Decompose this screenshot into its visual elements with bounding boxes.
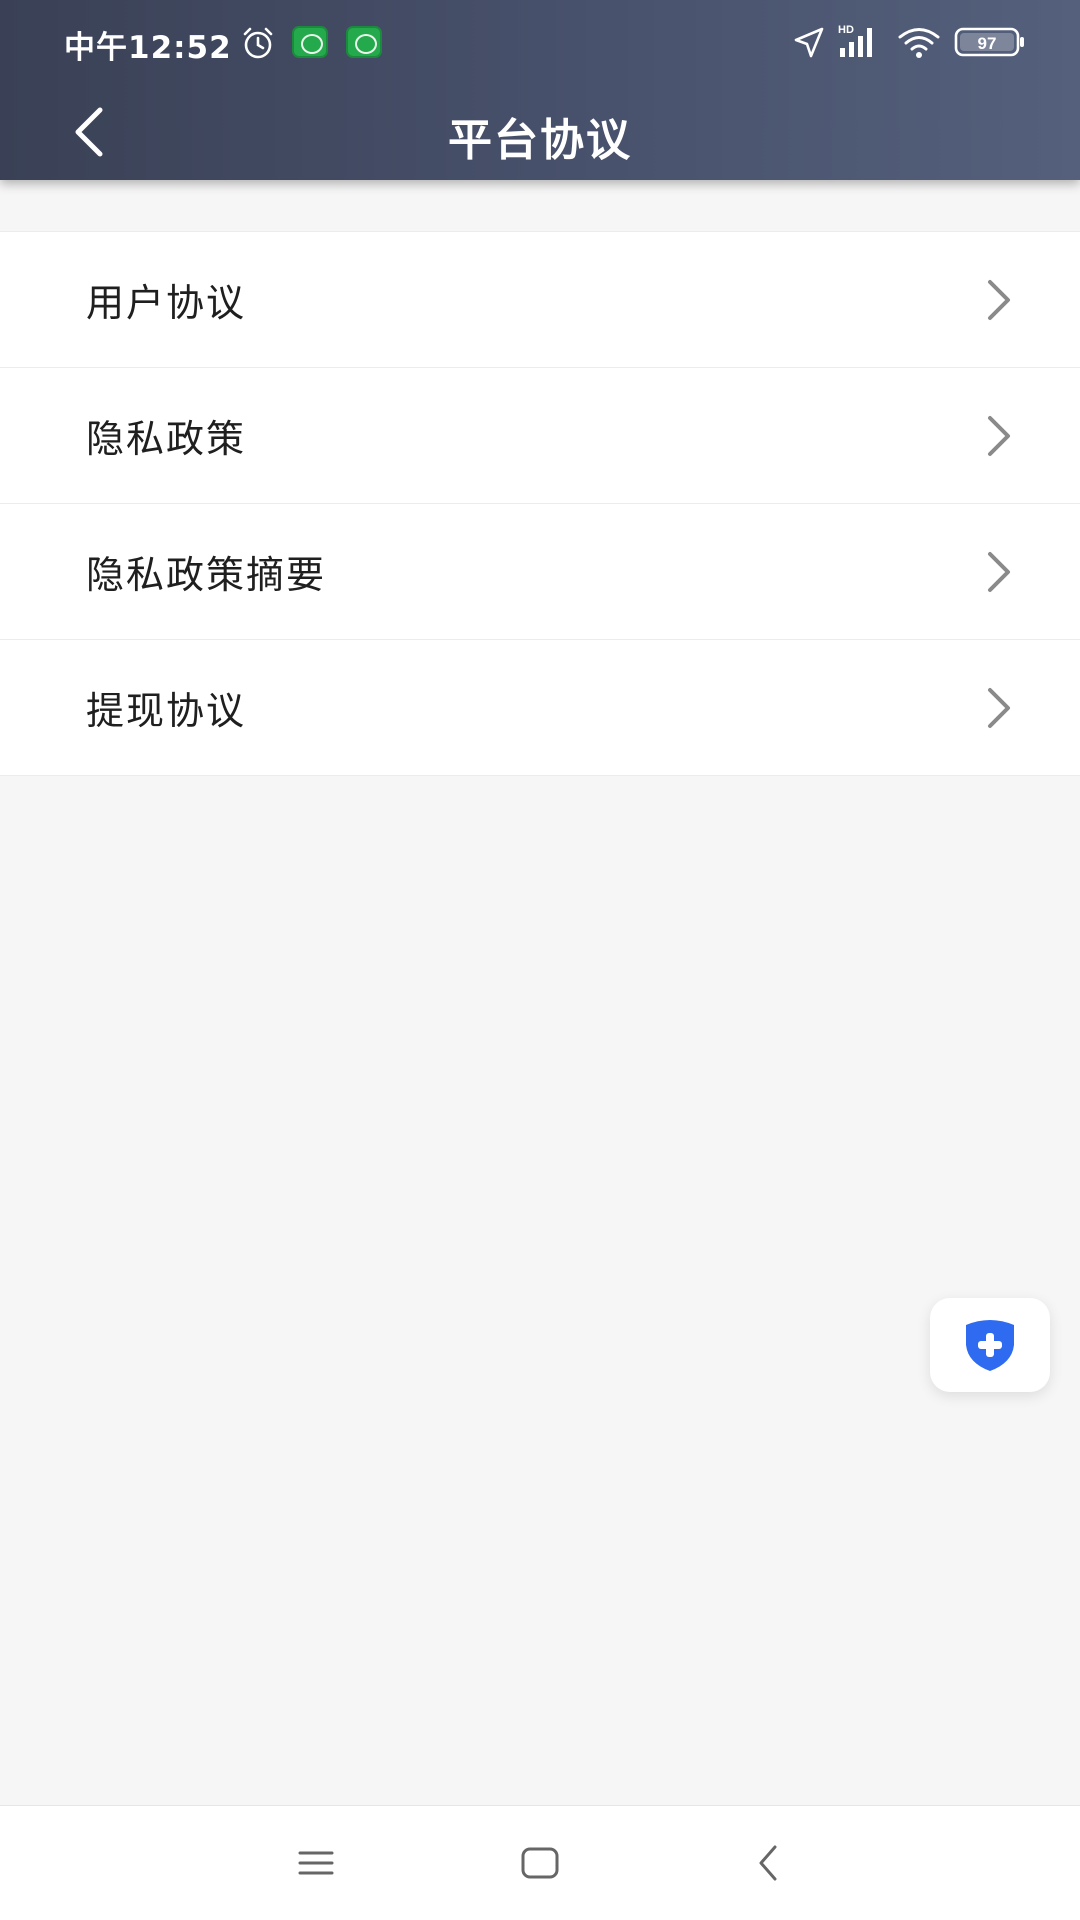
list-item-privacy-summary[interactable]: 隐私政策摘要 <box>0 504 1080 640</box>
recent-apps-button[interactable] <box>276 1828 356 1898</box>
status-time: 中午12:52 <box>64 30 232 66</box>
app-header: 中午12:52 HD 97 平台协议 <box>0 0 1080 180</box>
chevron-right-icon <box>988 687 1010 728</box>
menu-icon <box>298 1851 334 1875</box>
chevron-right-icon <box>988 551 1010 592</box>
system-nav-bar <box>0 1805 1080 1920</box>
app-notification-icon <box>346 26 382 58</box>
list-item-label: 提现协议 <box>86 689 247 733</box>
home-button[interactable] <box>500 1828 580 1898</box>
title-bar: 平台协议 <box>0 84 1080 180</box>
status-bar: 中午12:52 HD 97 <box>0 0 1080 84</box>
location-icon <box>792 26 826 64</box>
chevron-right-icon <box>988 415 1010 456</box>
system-back-button[interactable] <box>728 1828 808 1898</box>
app-notification-icon <box>292 26 328 58</box>
list-item-privacy-policy[interactable]: 隐私政策 <box>0 368 1080 504</box>
chevron-right-icon <box>988 279 1010 320</box>
network-type-label: HD <box>838 24 854 36</box>
shield-plus-icon <box>966 1320 1014 1371</box>
security-float-button[interactable] <box>930 1298 1050 1392</box>
signal-icon: HD <box>836 22 882 64</box>
back-icon <box>759 1845 777 1881</box>
list-item-label: 隐私政策 <box>86 417 247 461</box>
alarm-icon <box>240 26 276 64</box>
home-icon <box>521 1847 559 1879</box>
battery-icon: 97 <box>954 26 1026 62</box>
wifi-icon <box>896 24 942 64</box>
list-item-user-agreement[interactable]: 用户协议 <box>0 232 1080 368</box>
list-item-label: 隐私政策摘要 <box>86 553 327 597</box>
agreement-list: 用户协议 隐私政策 隐私政策摘要 提现协议 <box>0 231 1080 776</box>
battery-level: 97 <box>978 34 997 53</box>
list-item-label: 用户协议 <box>86 281 247 325</box>
page-title: 平台协议 <box>448 115 632 166</box>
list-item-withdrawal-agreement[interactable]: 提现协议 <box>0 640 1080 776</box>
